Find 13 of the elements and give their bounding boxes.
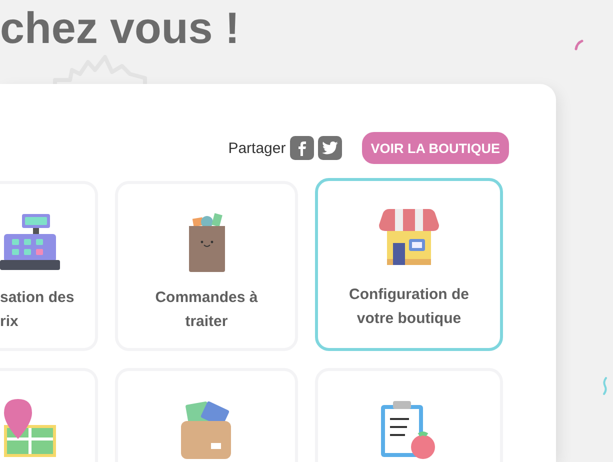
tile-label: Commandes à traiter bbox=[155, 288, 258, 332]
cash-register-icon bbox=[0, 212, 60, 272]
squiggle-decoration bbox=[602, 377, 608, 395]
menu-tile[interactable]: sation des rix bbox=[0, 181, 98, 351]
menu-tile[interactable]: Commandes à traiter bbox=[115, 181, 298, 351]
menu-tile[interactable]: Configuration de votre boutique bbox=[315, 178, 503, 351]
page-heading: chez vous ! bbox=[0, 3, 240, 52]
tile-label: Configuration de votre boutique bbox=[349, 285, 469, 329]
tile-label: sation des rix bbox=[0, 288, 74, 332]
arc-decoration bbox=[574, 39, 584, 51]
twitter-icon[interactable] bbox=[318, 136, 342, 160]
facebook-icon[interactable] bbox=[290, 136, 314, 160]
share-label: Partager bbox=[228, 140, 286, 156]
